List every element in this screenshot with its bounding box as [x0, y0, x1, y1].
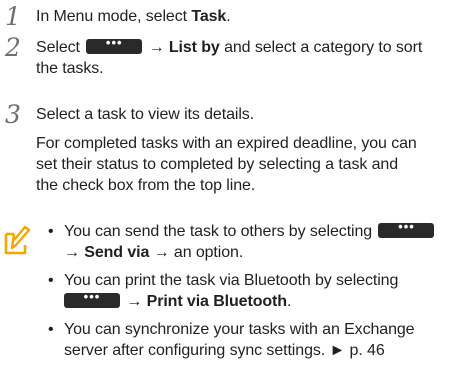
step-text-part: and select a category to sort [219, 39, 423, 56]
step-bold-term: Task [191, 8, 227, 25]
step-text-part: Select a task to view its details. [36, 106, 255, 123]
note-bullet: • You can synchronize your tasks with an… [46, 319, 452, 361]
bullet-bold-term: Print via Bluetooth [146, 293, 287, 310]
paragraph-line: For completed tasks with an expired dead… [36, 135, 417, 152]
bullet-dot: • [48, 272, 54, 289]
step-text: In Menu mode, select Task. [36, 6, 452, 27]
step-number: 1 [5, 2, 21, 31]
note-pencil-icon [4, 225, 31, 255]
manual-page: 1 In Menu mode, select Task. 2 Select ••… [0, 0, 452, 359]
step-text-part: Select [36, 39, 80, 56]
step-text: Select a task to view its details. For c… [36, 104, 452, 196]
arrow-icon: → [64, 244, 80, 261]
more-dots-icon: ••• [105, 35, 123, 50]
bullet-text: server after configuring sync settings. … [64, 342, 385, 359]
bullet-text: . [286, 293, 292, 310]
more-menu-button[interactable]: ••• [378, 219, 435, 238]
step-number: 3 [5, 100, 21, 129]
step-text-part: In Menu mode, select [36, 8, 192, 25]
note-bullet: • You can send the task to others by sel… [46, 219, 452, 263]
arrow-icon: → [126, 293, 143, 310]
bullet-dot: • [48, 223, 54, 240]
more-dots-icon: ••• [83, 289, 101, 304]
step-text-part: . [226, 8, 231, 25]
note-bullets: • You can send the task to others by sel… [46, 219, 452, 368]
step-text: Select ••• → List by and select a catego… [36, 35, 452, 79]
paragraph-line: set their status to completed by selecti… [36, 156, 399, 173]
more-dots-icon: ••• [398, 219, 415, 234]
arrow-icon: → [153, 244, 170, 261]
more-menu-button[interactable]: ••• [86, 35, 143, 54]
bullet-text: You can print the task via Bluetooth by … [64, 272, 399, 289]
bullet-text: You can synchronize your tasks with an E… [64, 321, 415, 338]
step-bold-term: List by [168, 39, 220, 56]
step-number: 2 [5, 33, 21, 62]
arrow-icon: → [148, 39, 165, 56]
bullet-text: You can send the task to others by selec… [64, 223, 373, 240]
step-text-part: the tasks. [36, 60, 104, 77]
more-menu-button[interactable]: ••• [64, 289, 120, 308]
bullet-bold-term: Send via [84, 244, 150, 261]
paragraph-line: the check box from the top line. [36, 177, 256, 194]
bullet-text: an option. [169, 244, 244, 261]
bullet-dot: • [48, 321, 54, 338]
step-paragraph: For completed tasks with an expired dead… [36, 133, 452, 196]
note-bullet: • You can print the task via Bluetooth b… [46, 270, 452, 312]
